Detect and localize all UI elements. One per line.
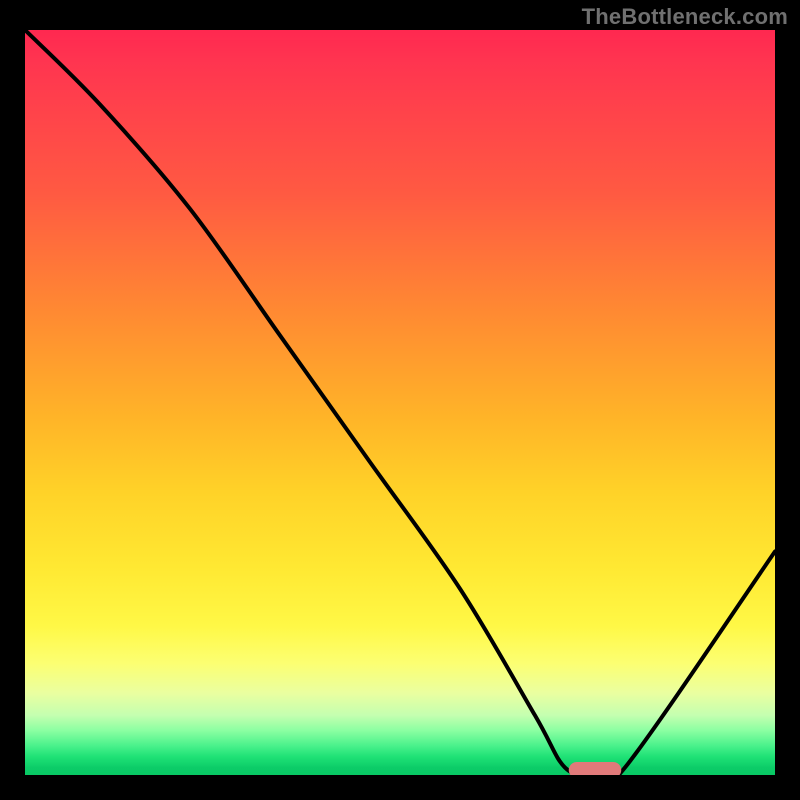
watermark-text: TheBottleneck.com <box>582 4 788 30</box>
bottleneck-curve-svg <box>25 30 775 775</box>
curve-layer <box>25 30 775 775</box>
optimum-marker <box>569 762 622 775</box>
chart-frame: TheBottleneck.com <box>0 0 800 800</box>
marker-layer <box>569 762 622 775</box>
plot-area <box>25 30 775 775</box>
bottleneck-curve-path <box>25 30 775 775</box>
